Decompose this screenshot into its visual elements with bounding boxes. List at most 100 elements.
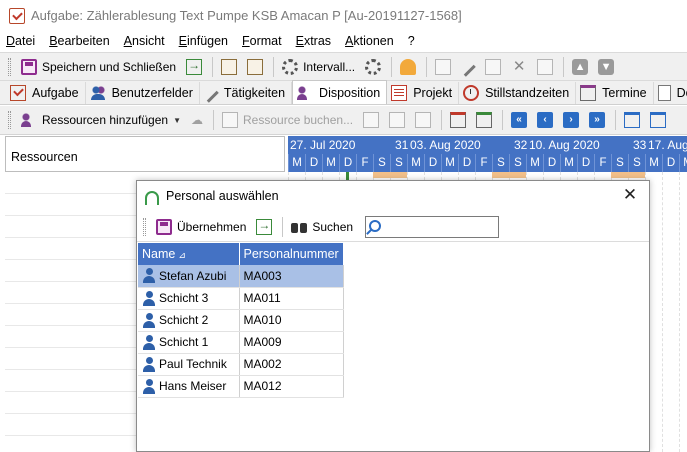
menu-bearbeiten[interactable]: Bearbeiten: [49, 34, 109, 48]
dialog-exit-button[interactable]: [252, 216, 276, 238]
gear-icon: [363, 112, 380, 128]
gantt-day-label: D: [577, 154, 594, 172]
personnel-number[interactable]: MA011: [239, 287, 344, 310]
tab-stillstandzeiten[interactable]: Stillstandzeiten: [459, 82, 577, 104]
name-cell[interactable]: Schicht 3: [138, 287, 240, 310]
status-icon: [415, 112, 432, 128]
table-row[interactable]: Schicht 2 MA010: [138, 309, 344, 332]
toolbar-separator: [563, 56, 565, 77]
column-header-label: Name: [142, 247, 176, 261]
double-left-icon: «: [511, 112, 528, 128]
search-doc-button[interactable]: [533, 56, 557, 78]
person-icon: [142, 268, 156, 284]
personnel-number[interactable]: MA009: [239, 331, 344, 354]
person-name: Hans Meiser: [159, 379, 227, 393]
resource-status-button[interactable]: [411, 109, 435, 131]
title-bar: Aufgabe: Zählerablesung Text Pumpe KSB A…: [0, 0, 687, 31]
menu-format[interactable]: Format: [242, 34, 282, 48]
tab-taetigkeiten[interactable]: Tätigkeiten: [200, 82, 293, 104]
binoculars-icon: [291, 220, 308, 234]
name-cell[interactable]: Stefan Azubi: [138, 265, 240, 288]
gantt-day-column[interactable]: [662, 172, 679, 452]
menu-help[interactable]: ?: [408, 34, 415, 48]
edit-button[interactable]: [481, 56, 505, 78]
chevron-right-icon: ›: [563, 112, 580, 128]
person-icon: [142, 356, 156, 372]
tab-benutzerfelder[interactable]: Benutzerfelder: [86, 82, 200, 104]
cloud-button[interactable]: ☁: [187, 109, 207, 131]
resource-settings-button[interactable]: [359, 109, 383, 131]
exit-button[interactable]: [182, 56, 206, 78]
menu-aktionen[interactable]: Aktionen: [345, 34, 394, 48]
menu-datei[interactable]: Datei: [6, 34, 35, 48]
table-row[interactable]: Paul Technik MA002: [138, 353, 344, 376]
print-button[interactable]: [243, 56, 267, 78]
menu-extras[interactable]: Extras: [296, 34, 331, 48]
resource-edit-button[interactable]: [385, 109, 409, 131]
search-box: [365, 215, 500, 238]
personnel-number[interactable]: MA010: [239, 309, 344, 332]
table-row[interactable]: Hans Meiser MA012: [138, 375, 344, 398]
calendar-month-button[interactable]: [646, 109, 670, 131]
last-page-button[interactable]: »: [585, 109, 609, 131]
table-row[interactable]: Schicht 3 MA011: [138, 287, 344, 310]
toolbar-separator: [502, 110, 504, 130]
menu-ansicht[interactable]: Ansicht: [124, 34, 165, 48]
column-header-number[interactable]: Personalnummer: [239, 243, 344, 265]
add-resources-button[interactable]: Ressourcen hinzufügen ▼: [17, 109, 185, 131]
reminder-button[interactable]: [396, 56, 420, 78]
tools-button[interactable]: [457, 56, 479, 78]
toolbar-separator: [212, 56, 214, 77]
save-close-button[interactable]: Speichern und Schließen: [17, 56, 180, 78]
toolbar-grip[interactable]: [143, 217, 146, 236]
interval-button[interactable]: Intervall...: [278, 56, 359, 78]
wrench-icon: [203, 87, 219, 103]
calendar-week-button[interactable]: [620, 109, 644, 131]
apply-button[interactable]: Übernehmen: [152, 216, 250, 238]
gantt-day-label: M: [560, 154, 577, 172]
name-cell[interactable]: Schicht 2: [138, 309, 240, 332]
gantt-day-label: S: [373, 154, 390, 172]
table-row[interactable]: Schicht 1 MA009: [138, 331, 344, 354]
window-title: Aufgabe: Zählerablesung Text Pumpe KSB A…: [31, 8, 462, 23]
delete-button[interactable]: ✕: [507, 56, 531, 78]
gantt-day-label: F: [475, 154, 492, 172]
search-icon[interactable]: [369, 219, 382, 232]
tab-disposition[interactable]: Disposition: [292, 80, 388, 104]
first-page-button[interactable]: «: [507, 109, 531, 131]
close-icon[interactable]: ✕: [621, 186, 639, 204]
copy-button[interactable]: [431, 56, 455, 78]
clipboard-button[interactable]: [217, 56, 241, 78]
add-range-button[interactable]: [472, 109, 496, 131]
name-cell[interactable]: Schicht 1: [138, 331, 240, 354]
tab-doku[interactable]: Doku: [654, 82, 687, 104]
search-input[interactable]: [368, 216, 499, 237]
gantt-day-column[interactable]: [679, 172, 687, 452]
personnel-number[interactable]: MA002: [239, 353, 344, 376]
add-resources-label: Ressourcen hinzufügen: [42, 113, 169, 127]
name-cell[interactable]: Paul Technik: [138, 353, 240, 376]
prev-page-button[interactable]: ‹: [533, 109, 557, 131]
tab-termine[interactable]: Termine: [576, 82, 654, 104]
move-down-button[interactable]: ▼: [594, 56, 618, 78]
settings-button[interactable]: [361, 56, 385, 78]
name-cell[interactable]: Hans Meiser: [138, 375, 240, 398]
tab-projekt[interactable]: Projekt: [387, 82, 460, 104]
search-doc-icon: [537, 58, 554, 75]
personnel-number[interactable]: MA012: [239, 375, 344, 398]
move-up-button[interactable]: ▲: [568, 56, 592, 78]
toolbar-grip[interactable]: [8, 111, 11, 129]
search-label: Suchen: [312, 219, 354, 234]
table-row[interactable]: Stefan Azubi MA003: [138, 265, 344, 288]
tab-aufgabe[interactable]: Aufgabe: [6, 82, 86, 104]
toolbar-grip[interactable]: [8, 57, 11, 76]
menu-bar: Datei Bearbeiten Ansicht Einfügen Format…: [0, 31, 687, 51]
search-button[interactable]: Suchen: [287, 216, 357, 238]
next-page-button[interactable]: ›: [559, 109, 583, 131]
remove-range-button[interactable]: [446, 109, 470, 131]
tab-label: Termine: [602, 86, 647, 100]
column-header-name[interactable]: Name ⊿: [138, 243, 240, 265]
menu-einfuegen[interactable]: Einfügen: [179, 34, 228, 48]
book-resource-button[interactable]: Ressource buchen...: [218, 109, 357, 131]
personnel-number[interactable]: MA003: [239, 265, 344, 288]
